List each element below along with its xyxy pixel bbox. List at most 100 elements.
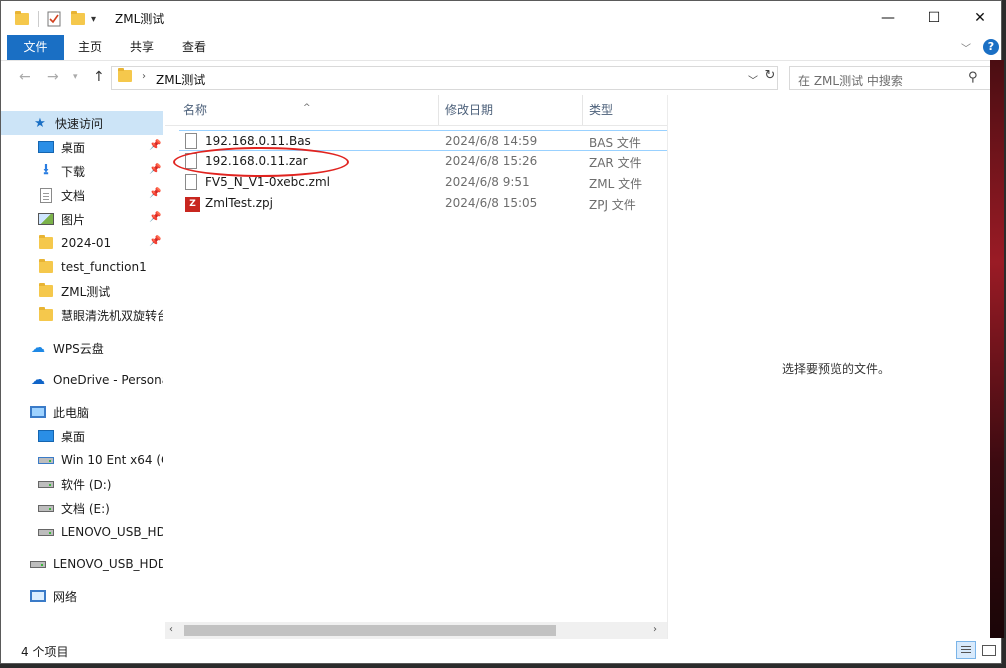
details-view-icon[interactable] bbox=[956, 641, 976, 659]
new-folder-icon[interactable] bbox=[71, 9, 85, 29]
scrollbar-thumb[interactable] bbox=[184, 625, 556, 636]
title-bar: ▾ ZML测试 — ☐ ✕ bbox=[1, 1, 1001, 35]
folder-icon bbox=[37, 307, 55, 323]
sidebar-item-drive-e[interactable]: 文档 (E:) bbox=[1, 496, 163, 520]
sidebar-item-label: 图片 bbox=[61, 212, 86, 227]
horizontal-scrollbar[interactable]: ‹ › bbox=[165, 622, 667, 639]
annotation-ellipse bbox=[173, 147, 349, 177]
close-button[interactable]: ✕ bbox=[957, 1, 1003, 35]
tab-home[interactable]: 主页 bbox=[69, 35, 111, 60]
sort-ascending-icon: ^ bbox=[303, 103, 311, 113]
breadcrumb-chevron-icon[interactable]: › bbox=[142, 71, 146, 82]
desktop-icon bbox=[37, 428, 55, 444]
window-title: ZML测试 bbox=[115, 12, 165, 26]
sidebar-item-label: 桌面 bbox=[61, 140, 86, 155]
sidebar-item-onedrive[interactable]: ☁ OneDrive - Personal bbox=[1, 368, 163, 392]
desktop-icon bbox=[37, 139, 55, 155]
sidebar-item-2024-01[interactable]: 2024-01 📌 bbox=[1, 231, 163, 255]
forward-arrow-icon[interactable]: → bbox=[47, 69, 59, 85]
sidebar-item-label: 网络 bbox=[53, 589, 78, 604]
quick-access-folder-icon[interactable] bbox=[15, 9, 29, 29]
customize-toolbar-chevron-icon[interactable]: ▾ bbox=[91, 9, 96, 29]
sidebar-item-test-function1[interactable]: test_function1 bbox=[1, 255, 163, 279]
scroll-right-icon[interactable]: › bbox=[653, 624, 657, 635]
minimize-button[interactable]: — bbox=[865, 1, 911, 35]
sidebar-item-label: 此电脑 bbox=[53, 405, 90, 420]
folder-icon bbox=[37, 259, 55, 275]
sidebar-item-label: 2024-01 bbox=[61, 236, 112, 250]
sidebar-item-label: ZML测试 bbox=[61, 284, 111, 299]
sidebar-item-usb-hdd[interactable]: LENOVO_USB_HDD bbox=[1, 552, 163, 576]
tab-share[interactable]: 共享 bbox=[121, 35, 163, 60]
column-name-label: 名称 bbox=[183, 103, 208, 117]
sidebar-item-label: 文档 (E:) bbox=[61, 501, 110, 516]
sidebar-item-drive-c[interactable]: Win 10 Ent x64 (C:) bbox=[1, 448, 163, 472]
file-type: ZPJ 文件 bbox=[589, 198, 636, 212]
up-arrow-icon[interactable]: ↑ bbox=[93, 69, 105, 85]
sidebar-item-label: LENOVO_USB_HDD bbox=[61, 525, 163, 539]
sidebar-item-pictures[interactable]: 图片 📌 bbox=[1, 207, 163, 231]
sidebar-item-quick-access[interactable]: ★ 快速访问 bbox=[1, 111, 163, 135]
expand-ribbon-chevron-icon[interactable]: ﹀ bbox=[961, 40, 971, 55]
table-row[interactable]: Z ZmlTest.zpj 2024/6/8 15:05 ZPJ 文件 bbox=[179, 193, 667, 214]
address-row: ← → ▾ ↑ › ZML测试 ﹀ ↻ 在 ZML测试 中搜索 ⚲ bbox=[1, 61, 1001, 95]
sidebar-item-drive-d[interactable]: 软件 (D:) bbox=[1, 472, 163, 496]
sidebar-item-pc-desktop[interactable]: 桌面 bbox=[1, 424, 163, 448]
status-bar: 4 个项目 bbox=[1, 639, 1001, 663]
pin-icon: 📌 bbox=[149, 188, 162, 199]
explorer-window: ▾ ZML测试 — ☐ ✕ 文件 主页 共享 查看 ﹀ ? ← → ▾ ↑ › … bbox=[0, 0, 1002, 664]
search-icon[interactable]: ⚲ bbox=[968, 70, 978, 85]
file-type: ZAR 文件 bbox=[589, 156, 642, 170]
address-history-chevron-icon[interactable]: ﹀ bbox=[748, 72, 758, 87]
column-header-type[interactable]: 类型 bbox=[582, 95, 667, 125]
file-name: ZmlTest.zpj bbox=[205, 196, 273, 210]
recent-locations-chevron-icon[interactable]: ▾ bbox=[73, 72, 78, 82]
column-header-name[interactable]: 名称 ^ bbox=[165, 95, 438, 125]
file-date: 2024/6/8 15:26 bbox=[445, 154, 538, 168]
header-divider bbox=[165, 125, 667, 126]
sidebar-item-zml-test[interactable]: ZML测试 bbox=[1, 279, 163, 303]
back-arrow-icon[interactable]: ← bbox=[19, 69, 31, 85]
properties-icon[interactable] bbox=[47, 9, 61, 29]
tab-file[interactable]: 文件 bbox=[7, 35, 64, 60]
sidebar-item-wps-cloud[interactable]: ☁ WPS云盘 bbox=[1, 336, 163, 360]
sidebar-item-documents[interactable]: 文档 📌 bbox=[1, 183, 163, 207]
sidebar-item-network[interactable]: 网络 bbox=[1, 584, 163, 608]
onedrive-icon: ☁ bbox=[31, 372, 45, 388]
refresh-icon[interactable]: ↻ bbox=[762, 68, 778, 88]
file-name: FV5_N_V1-0xebc.zml bbox=[205, 175, 330, 189]
sidebar-item-label: 软件 (D:) bbox=[61, 477, 112, 492]
sidebar-item-label: 慧眼清洗机双旋转台 bbox=[61, 308, 163, 323]
address-bar[interactable]: › ZML测试 ﹀ ↻ bbox=[111, 66, 778, 90]
pin-icon: 📌 bbox=[149, 212, 162, 223]
sidebar-item-this-pc[interactable]: 此电脑 bbox=[1, 400, 163, 424]
ribbon-tabs: 文件 主页 共享 查看 ﹀ ? bbox=[1, 35, 1001, 61]
pc-icon bbox=[29, 404, 47, 420]
large-icons-view-icon[interactable] bbox=[980, 642, 996, 658]
sidebar-item-label: WPS云盘 bbox=[53, 341, 104, 356]
sidebar-item-huiyan-folder[interactable]: 慧眼清洗机双旋转台 bbox=[1, 303, 163, 327]
pictures-icon bbox=[37, 211, 55, 227]
folder-icon bbox=[37, 283, 55, 299]
scroll-left-icon[interactable]: ‹ bbox=[169, 624, 173, 635]
sidebar-item-downloads[interactable]: ⭳ 下载 📌 bbox=[1, 159, 163, 183]
file-type: BAS 文件 bbox=[589, 136, 641, 150]
document-icon bbox=[37, 187, 55, 203]
help-icon[interactable]: ? bbox=[983, 39, 999, 55]
system-drive-icon bbox=[37, 452, 55, 468]
sidebar-item-label: 下载 bbox=[61, 164, 86, 179]
pin-icon: 📌 bbox=[149, 140, 162, 151]
tab-view[interactable]: 查看 bbox=[173, 35, 215, 60]
pin-icon: 📌 bbox=[149, 236, 162, 247]
item-count: 4 个项目 bbox=[21, 645, 69, 659]
search-input[interactable]: 在 ZML测试 中搜索 ⚲ bbox=[789, 66, 991, 90]
sidebar-item-label: LENOVO_USB_HDD bbox=[53, 557, 163, 571]
column-header-date[interactable]: 修改日期 bbox=[438, 95, 582, 125]
maximize-button[interactable]: ☐ bbox=[911, 1, 957, 35]
cloud-icon: ☁ bbox=[31, 340, 45, 356]
breadcrumb-current[interactable]: ZML测试 bbox=[156, 71, 205, 88]
sidebar-item-desktop[interactable]: 桌面 📌 bbox=[1, 135, 163, 159]
file-date: 2024/6/8 9:51 bbox=[445, 175, 530, 189]
sidebar-item-usb-hdd-nested[interactable]: LENOVO_USB_HDD bbox=[1, 520, 163, 544]
drive-icon bbox=[29, 556, 47, 572]
